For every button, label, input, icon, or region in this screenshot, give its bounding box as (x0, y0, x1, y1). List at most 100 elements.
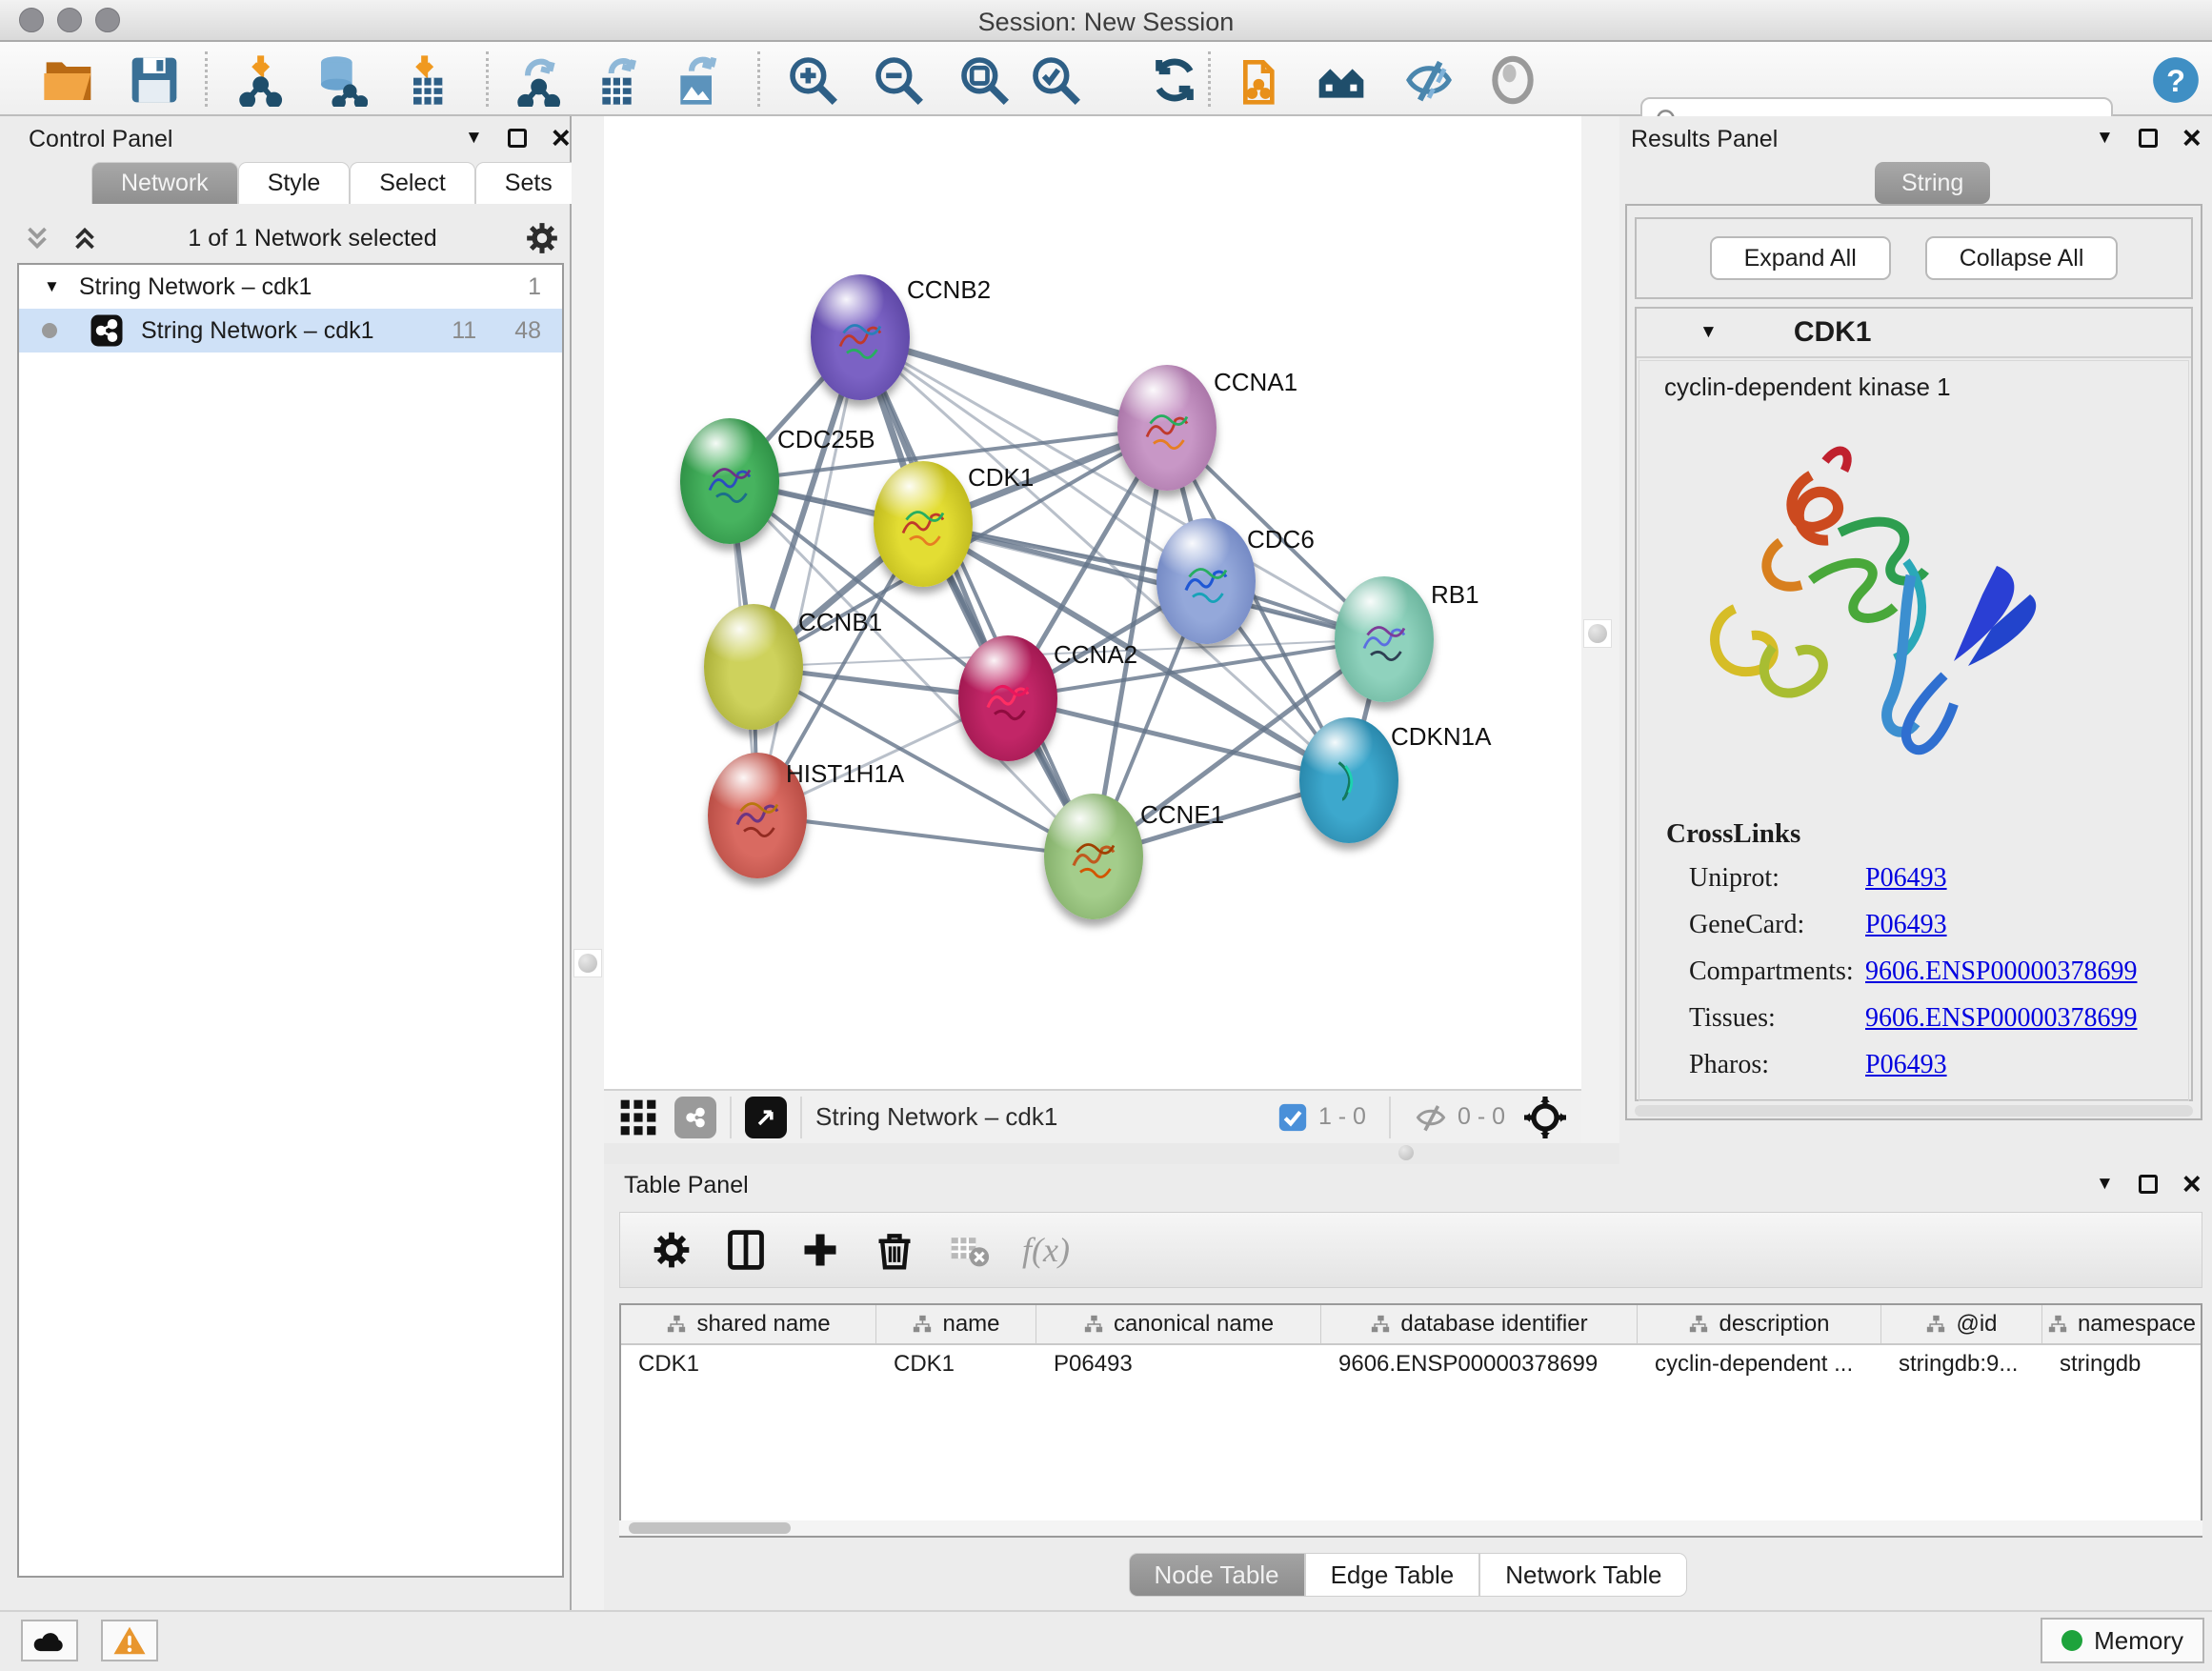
network-node-cdkn1a[interactable] (1299, 717, 1398, 843)
delete-table-icon[interactable] (948, 1229, 990, 1271)
save-session-icon[interactable] (128, 53, 181, 107)
import-network-file-icon[interactable] (236, 53, 290, 107)
column-header-description[interactable]: description (1638, 1305, 1881, 1343)
apply-function-icon[interactable]: f(x) (1022, 1230, 1070, 1270)
column-header-database-identifier[interactable]: database identifier (1321, 1305, 1638, 1343)
column-header-id[interactable]: @id (1881, 1305, 2042, 1343)
tab-edge-table[interactable]: Edge Table (1305, 1553, 1480, 1597)
table-settings-gear-icon[interactable] (651, 1229, 693, 1271)
tab-network[interactable]: Network (91, 162, 238, 204)
genecard-link[interactable]: P06493 (1865, 910, 1947, 940)
grid-view-icon[interactable] (617, 1097, 659, 1138)
section-expander-icon[interactable]: ▼ (1699, 322, 1718, 343)
column-header-shared-name[interactable]: shared name (621, 1305, 876, 1343)
tissues-link[interactable]: 9606.ENSP00000378699 (1865, 1003, 2137, 1034)
column-type-icon (1370, 1314, 1391, 1335)
tab-string[interactable]: String (1875, 162, 1990, 204)
fit-selected-crosshair-icon[interactable] (1522, 1095, 1568, 1140)
import-network-database-icon[interactable] (314, 53, 368, 107)
table-horizontal-scrollbar[interactable] (619, 1520, 2202, 1536)
column-header-namespace[interactable]: namespace (2042, 1305, 2201, 1343)
column-header-name[interactable]: name (876, 1305, 1036, 1343)
float-panel-icon[interactable] (508, 129, 527, 148)
collapse-all-button[interactable]: Collapse All (1925, 236, 2119, 280)
selected-counts: 1 - 0 (1318, 1103, 1366, 1131)
collapse-panel-icon[interactable]: ▼ (2096, 128, 2114, 149)
close-panel-icon[interactable]: × (552, 129, 571, 148)
network-collection-row[interactable]: ▼ String Network – cdk1 1 (19, 265, 562, 309)
tab-style[interactable]: Style (238, 162, 351, 204)
network-node-ccnb2[interactable] (811, 274, 910, 400)
zoom-fit-icon[interactable] (957, 53, 1011, 107)
node-table[interactable]: shared name name canonical name database… (619, 1303, 2202, 1538)
import-table-file-icon[interactable] (400, 53, 453, 107)
warnings-button[interactable] (101, 1620, 158, 1661)
results-scrollbar[interactable] (1635, 1105, 2193, 1117)
tab-sets[interactable]: Sets (475, 162, 582, 204)
float-panel-icon[interactable] (2139, 129, 2158, 148)
network-options-gear-icon[interactable] (524, 220, 560, 256)
home-icon[interactable] (1315, 53, 1368, 107)
float-panel-icon[interactable] (2139, 1175, 2158, 1194)
selected-checkbox-icon[interactable] (1277, 1101, 1309, 1134)
export-image-icon[interactable] (672, 53, 725, 107)
show-columns-icon[interactable] (725, 1229, 767, 1271)
network-node-cdc25b[interactable] (680, 418, 779, 544)
refresh-view-icon[interactable] (1148, 53, 1201, 107)
show-details-icon[interactable] (1486, 53, 1539, 107)
splitter-handle-icon[interactable] (1588, 624, 1607, 643)
zoom-selected-icon[interactable] (1029, 53, 1082, 107)
create-column-plus-icon[interactable] (799, 1229, 841, 1271)
tab-node-table[interactable]: Node Table (1129, 1553, 1305, 1597)
network-node-ccnb1[interactable] (704, 604, 803, 730)
close-panel-icon[interactable]: × (2182, 129, 2202, 148)
splitter-handle-icon[interactable] (1398, 1145, 1414, 1160)
compartments-link[interactable]: 9606.ENSP00000378699 (1865, 956, 2137, 987)
network-node-ccna2[interactable] (958, 635, 1057, 761)
window-titlebar: Session: New Session (0, 0, 2212, 42)
column-type-icon (912, 1314, 933, 1335)
memory-button[interactable]: Memory (2041, 1618, 2204, 1663)
scrollbar-thumb[interactable] (629, 1522, 791, 1534)
export-network-icon[interactable] (514, 53, 568, 107)
left-splitter[interactable] (572, 116, 604, 1610)
hidden-eye-slash-icon[interactable] (1414, 1100, 1448, 1135)
tree-expander-icon[interactable]: ▼ (44, 277, 60, 296)
collapse-panel-icon[interactable]: ▼ (465, 128, 483, 149)
toolbar-separator (486, 51, 489, 107)
tab-select[interactable]: Select (350, 162, 474, 204)
collapse-all-networks-icon[interactable] (21, 222, 53, 254)
expand-all-button[interactable]: Expand All (1710, 236, 1891, 280)
network-node-ccne1[interactable] (1044, 794, 1143, 919)
network-share-view-icon[interactable] (674, 1097, 716, 1138)
close-panel-icon[interactable]: × (2182, 1175, 2202, 1194)
crosslink-label: Uniprot: (1689, 863, 1865, 894)
export-table-icon[interactable] (593, 53, 647, 107)
network-node-cdc6[interactable] (1156, 518, 1256, 644)
delete-column-trash-icon[interactable] (874, 1229, 915, 1271)
zoom-in-icon[interactable] (786, 53, 839, 107)
network-node-rb1[interactable] (1335, 576, 1434, 702)
splitter-handle-icon[interactable] (578, 954, 597, 973)
network-node-cdk1[interactable] (874, 461, 973, 587)
table-row[interactable]: CDK1 CDK1 P06493 9606.ENSP00000378699 cy… (621, 1345, 2201, 1383)
protein-structure-image (1668, 418, 2068, 799)
expand-all-networks-icon[interactable] (69, 222, 101, 254)
network-row[interactable]: String Network – cdk1 11 48 (19, 309, 562, 352)
pharos-link[interactable]: P06493 (1865, 1050, 1947, 1080)
zoom-out-icon[interactable] (872, 53, 925, 107)
help-icon[interactable]: ? (2151, 55, 2201, 105)
uniprot-link[interactable]: P06493 (1865, 863, 1947, 894)
tab-network-table[interactable]: Network Table (1479, 1553, 1687, 1597)
network-from-file-icon[interactable] (1237, 53, 1290, 107)
network-row-label: String Network – cdk1 (141, 317, 452, 345)
hide-details-icon[interactable] (1402, 53, 1456, 107)
network-canvas[interactable]: CCNB2 CCNA1 CDC25B CDK1 CDC6 RB1 CCNB1 C… (604, 116, 1581, 1089)
collapse-panel-icon[interactable]: ▼ (2096, 1174, 2114, 1195)
cloud-button[interactable] (21, 1620, 78, 1661)
gene-section-header[interactable]: ▼ CDK1 (1637, 309, 2191, 358)
column-header-canonical-name[interactable]: canonical name (1036, 1305, 1321, 1343)
open-session-icon[interactable] (42, 53, 95, 107)
network-node-ccna1[interactable] (1117, 365, 1217, 491)
birds-eye-view-icon[interactable] (745, 1097, 787, 1138)
